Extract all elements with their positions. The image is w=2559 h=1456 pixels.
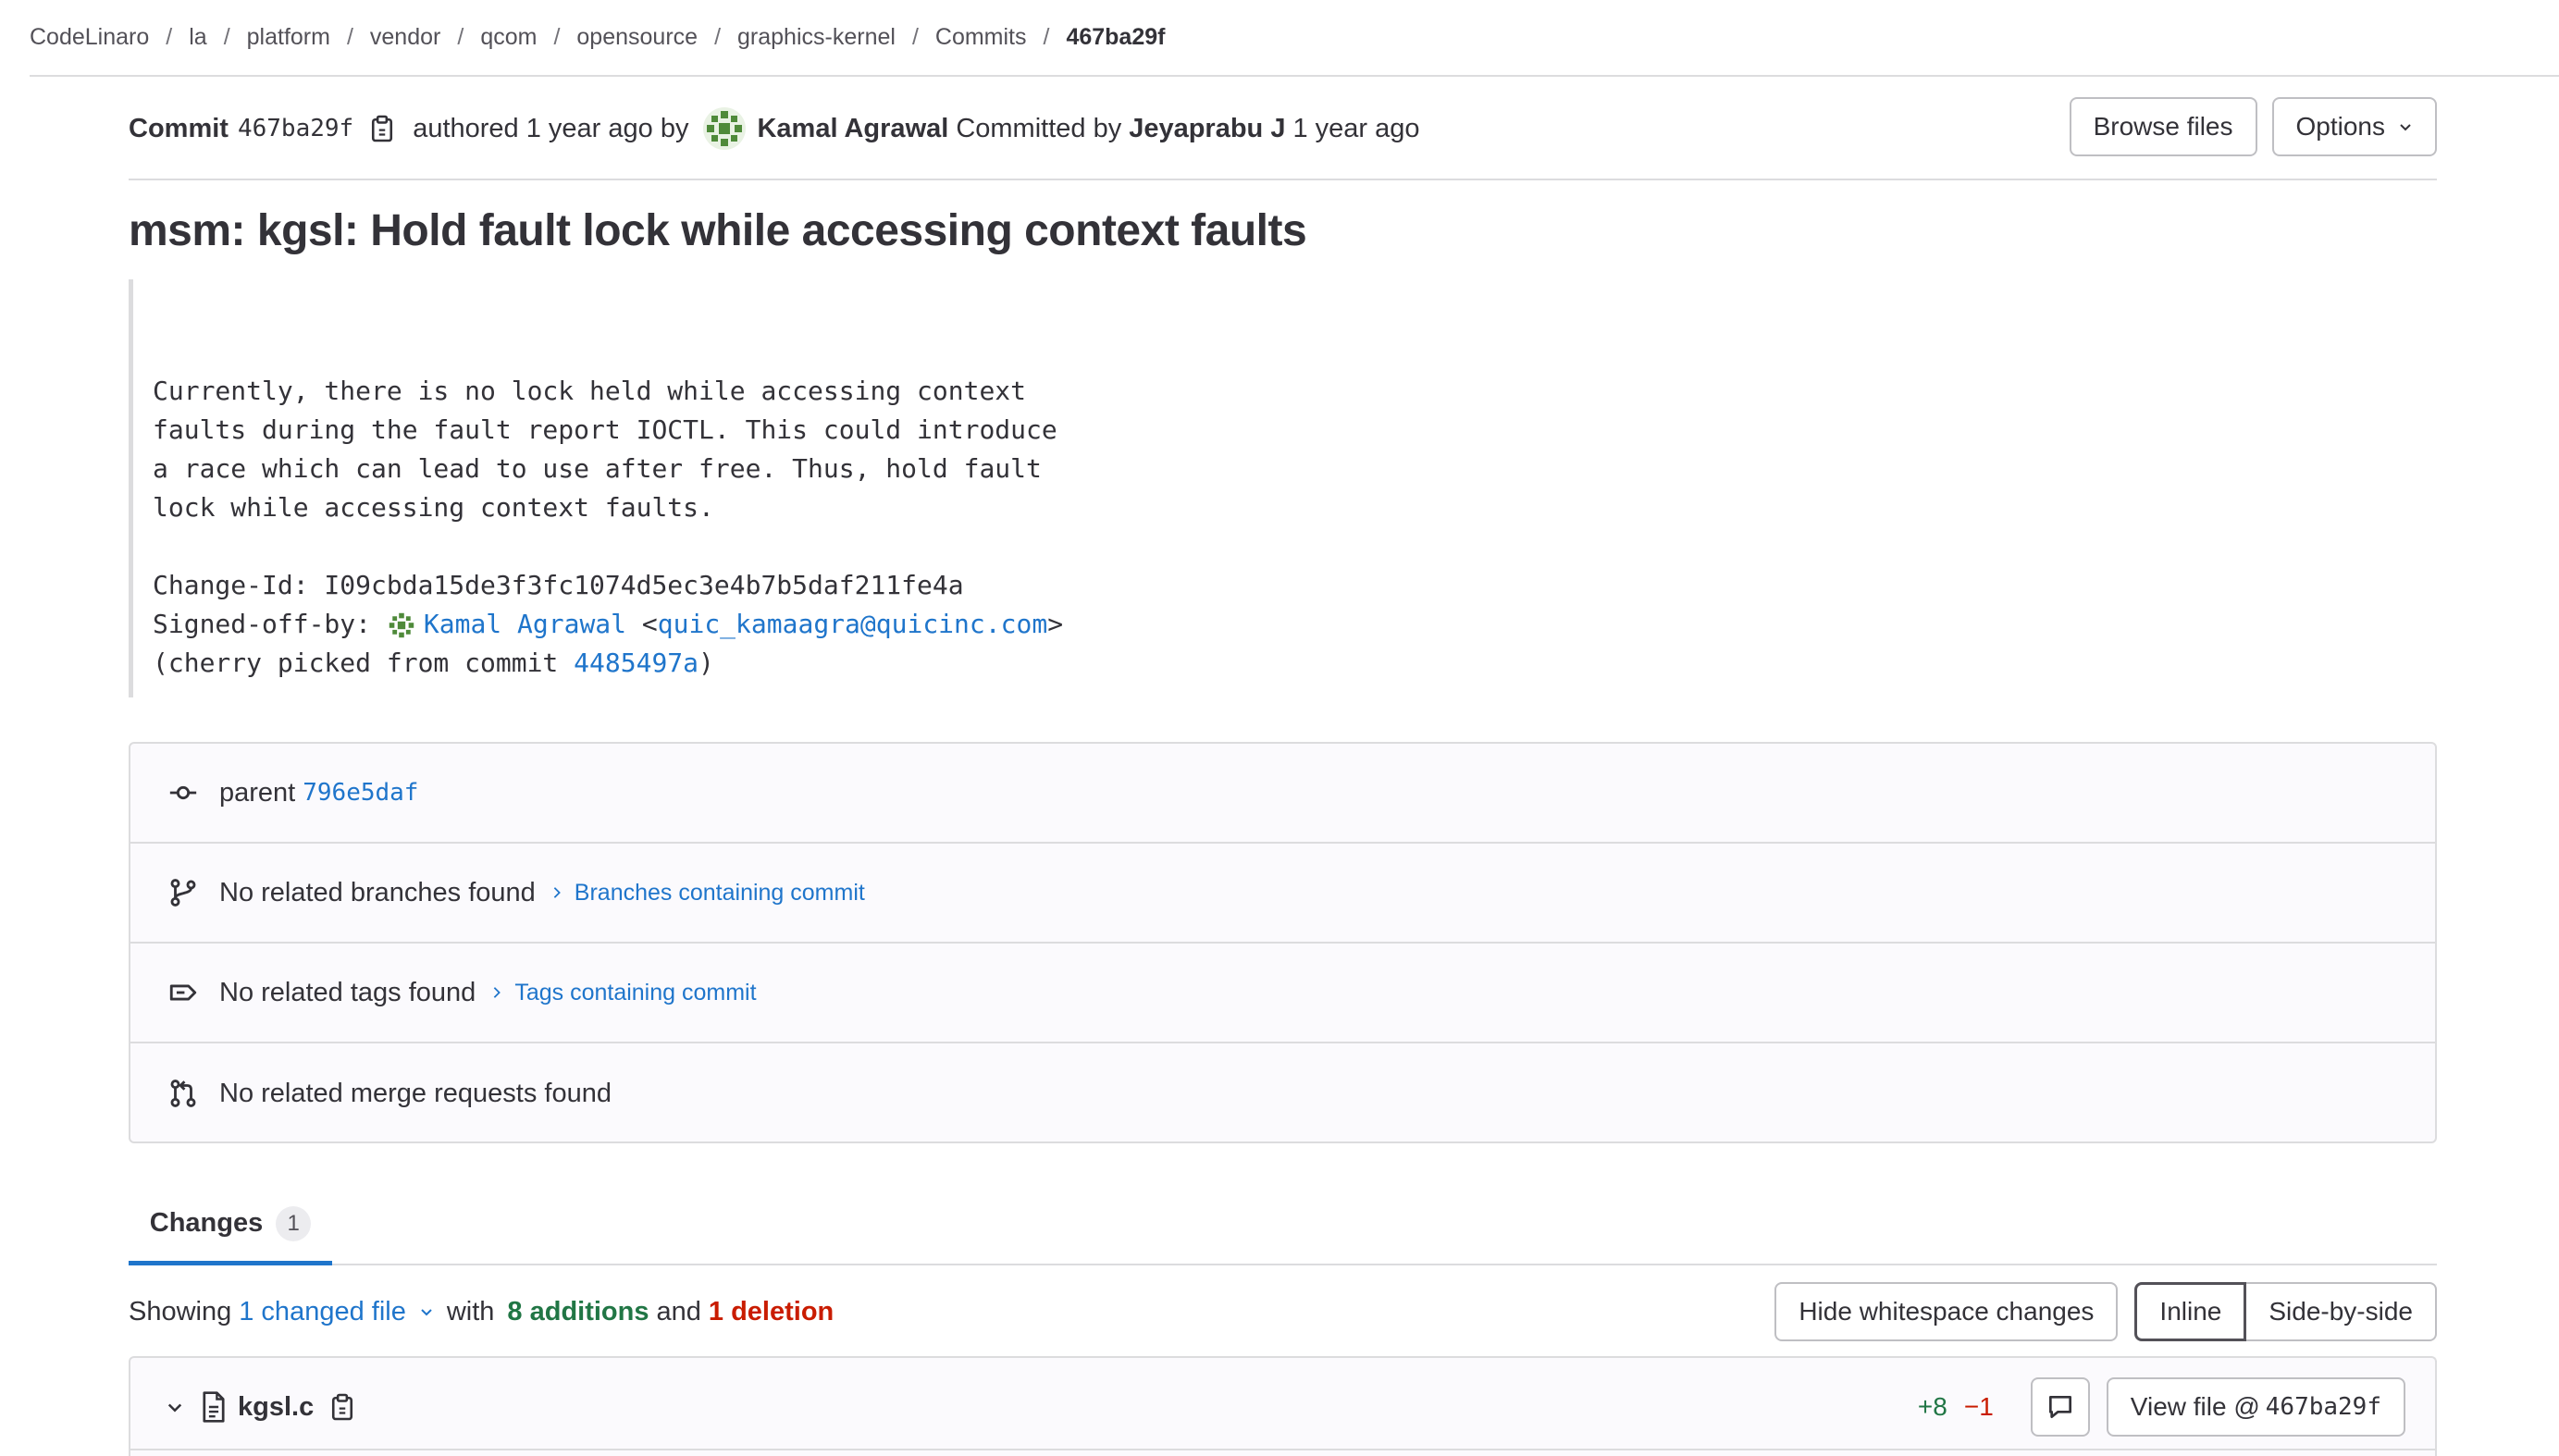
file-icon bbox=[203, 1391, 225, 1423]
view-file-sha: 467ba29f bbox=[2265, 1393, 2381, 1421]
breadcrumb-separator: / bbox=[714, 24, 722, 50]
commit-label: Commit bbox=[129, 113, 229, 143]
deletions-count: 1 deletion bbox=[708, 1296, 834, 1326]
breadcrumb: CodeLinaro / la / platform / vendor / qc… bbox=[30, 0, 2559, 77]
tab-changes-label: Changes bbox=[149, 1208, 264, 1238]
view-file-label: View file @ bbox=[2130, 1392, 2260, 1421]
breadcrumb-separator: / bbox=[166, 24, 173, 50]
commit-header: Commit 467ba29f authored 1 year ago by K… bbox=[129, 97, 2437, 180]
committer-link[interactable]: Jeyaprabu J bbox=[1129, 114, 1285, 144]
chevron-down-icon bbox=[421, 1309, 432, 1316]
avatar-icon bbox=[387, 611, 416, 640]
breadcrumb-item-la[interactable]: la bbox=[189, 24, 206, 51]
commit-title: msm: kgsl: Hold fault lock while accessi… bbox=[129, 206, 1307, 255]
description-body: Currently, there is no lock held while a… bbox=[153, 376, 1057, 523]
breadcrumb-item-commits[interactable]: Commits bbox=[935, 24, 1027, 51]
cherry-picked-commit-link[interactable]: 4485497a bbox=[574, 648, 698, 678]
additions-count: 8 additions bbox=[507, 1296, 649, 1326]
cherry-suffix: ) bbox=[698, 648, 714, 678]
options-dropdown-button[interactable]: Options bbox=[2271, 97, 2437, 156]
signed-off-author-link[interactable]: Kamal Agrawal bbox=[424, 609, 626, 639]
breadcrumb-item-qcom[interactable]: qcom bbox=[480, 24, 537, 51]
tabs: Changes 1 bbox=[129, 1186, 2437, 1265]
parent-sha-link[interactable]: 796e5daf bbox=[303, 779, 418, 807]
tags-containing-commit-link[interactable]: Tags containing commit bbox=[490, 979, 757, 1006]
committed-time: 1 year ago bbox=[1292, 113, 1420, 143]
breadcrumb-item-current-commit[interactable]: 467ba29f bbox=[1066, 24, 1165, 51]
view-file-button[interactable]: View file @ 467ba29f bbox=[2106, 1377, 2405, 1437]
commit-icon bbox=[169, 785, 197, 800]
commit-actions: Browse files Options bbox=[2069, 97, 2437, 156]
breadcrumb-item-codelinaro[interactable]: CodeLinaro bbox=[30, 24, 149, 51]
avatar-icon[interactable] bbox=[703, 107, 747, 150]
authored-text: authored 1 year ago by bbox=[413, 113, 689, 143]
comment-button[interactable] bbox=[2030, 1377, 2090, 1437]
browse-files-button[interactable]: Browse files bbox=[2069, 97, 2257, 156]
hide-whitespace-button[interactable]: Hide whitespace changes bbox=[1774, 1282, 2119, 1341]
diff-summary: Showing 1 changed file with 8 additions … bbox=[129, 1279, 841, 1344]
label-icon bbox=[169, 984, 197, 1001]
breadcrumb-separator: / bbox=[553, 24, 561, 50]
breadcrumb-separator: / bbox=[223, 24, 230, 50]
breadcrumb-separator: / bbox=[911, 24, 919, 50]
showing-text: Showing bbox=[129, 1296, 232, 1326]
and-text: and bbox=[656, 1296, 701, 1326]
parent-label: parent bbox=[219, 777, 296, 808]
branches-text: No related branches found bbox=[219, 877, 536, 907]
breadcrumb-separator: / bbox=[346, 24, 353, 50]
file-deletions: −1 bbox=[1963, 1392, 1994, 1421]
breadcrumb-separator: / bbox=[1043, 24, 1050, 50]
breadcrumb-item-vendor[interactable]: vendor bbox=[370, 24, 440, 51]
merge-requests-text: No related merge requests found bbox=[219, 1078, 612, 1108]
divider bbox=[129, 1449, 2437, 1450]
file-additions: +8 bbox=[1917, 1392, 1947, 1421]
committed-by-text: Committed by bbox=[956, 113, 1122, 143]
chevron-right-icon bbox=[553, 887, 561, 898]
changes-count-badge: 1 bbox=[276, 1205, 312, 1241]
side-by-side-view-button[interactable]: Side-by-side bbox=[2246, 1282, 2437, 1341]
breadcrumb-item-platform[interactable]: platform bbox=[247, 24, 330, 51]
inline-view-button[interactable]: Inline bbox=[2134, 1282, 2247, 1341]
commit-description: Currently, there is no lock held while a… bbox=[129, 279, 1239, 697]
comment-icon bbox=[2048, 1396, 2071, 1418]
file-header: kgsl.c +8 −1 View file @ 467ba29f bbox=[129, 1356, 2437, 1456]
signed-off-email-link[interactable]: quic_kamaagra@quicinc.com bbox=[658, 609, 1047, 639]
diff-view-toggle: Inline Side-by-side bbox=[2134, 1282, 2437, 1341]
signed-off-label: Signed-off-by: bbox=[153, 609, 387, 639]
tags-text: No related tags found bbox=[219, 977, 476, 1007]
commit-sha: 467ba29f bbox=[237, 115, 354, 142]
commit-info-panel: parent 796e5daf No related branches foun… bbox=[129, 742, 2437, 1143]
changed-files-label: 1 changed file bbox=[239, 1296, 406, 1326]
breadcrumb-item-graphics-kernel[interactable]: graphics-kernel bbox=[737, 24, 896, 51]
branches-containing-commit-link[interactable]: Branches containing commit bbox=[550, 880, 865, 907]
chevron-right-icon bbox=[494, 987, 501, 998]
breadcrumb-separator: / bbox=[457, 24, 464, 50]
file-name-link[interactable]: kgsl.c bbox=[238, 1392, 314, 1423]
change-id: Change-Id: I09cbda15de3f3fc1074d5ec3e4b7… bbox=[153, 570, 964, 600]
parent-row: parent 796e5daf bbox=[130, 744, 2435, 844]
diff-view-controls: Hide whitespace changes Inline Side-by-s… bbox=[1774, 1282, 2437, 1341]
with-text: with bbox=[446, 1296, 495, 1326]
clipboard-icon[interactable] bbox=[330, 1393, 354, 1421]
clipboard-icon[interactable] bbox=[370, 115, 394, 142]
commit-meta: Commit 467ba29f authored 1 year ago by K… bbox=[129, 97, 1420, 160]
chevron-down-icon bbox=[2400, 124, 2411, 131]
changed-files-dropdown[interactable]: 1 changed file bbox=[239, 1297, 434, 1327]
merge-request-icon bbox=[170, 1080, 196, 1107]
tags-link-label: Tags containing commit bbox=[514, 979, 757, 1006]
file-header-actions: +8 −1 View file @ 467ba29f bbox=[1918, 1377, 2405, 1437]
author-link[interactable]: Kamal Agrawal bbox=[757, 114, 948, 144]
breadcrumb-item-opensource[interactable]: opensource bbox=[576, 24, 698, 51]
chevron-down-icon[interactable] bbox=[166, 1398, 184, 1416]
tab-changes[interactable]: Changes 1 bbox=[129, 1186, 332, 1265]
merge-requests-row: No related merge requests found bbox=[130, 1043, 2435, 1143]
branch-icon bbox=[170, 879, 196, 907]
cherry-prefix: (cherry picked from commit bbox=[153, 648, 575, 678]
branches-link-label: Branches containing commit bbox=[574, 879, 865, 906]
branches-row: No related branches found Branches conta… bbox=[130, 844, 2435, 944]
email-close: > bbox=[1047, 609, 1064, 639]
tags-row: No related tags found Tags containing co… bbox=[130, 944, 2435, 1043]
email-open: < bbox=[626, 609, 658, 639]
options-label: Options bbox=[2295, 112, 2386, 141]
